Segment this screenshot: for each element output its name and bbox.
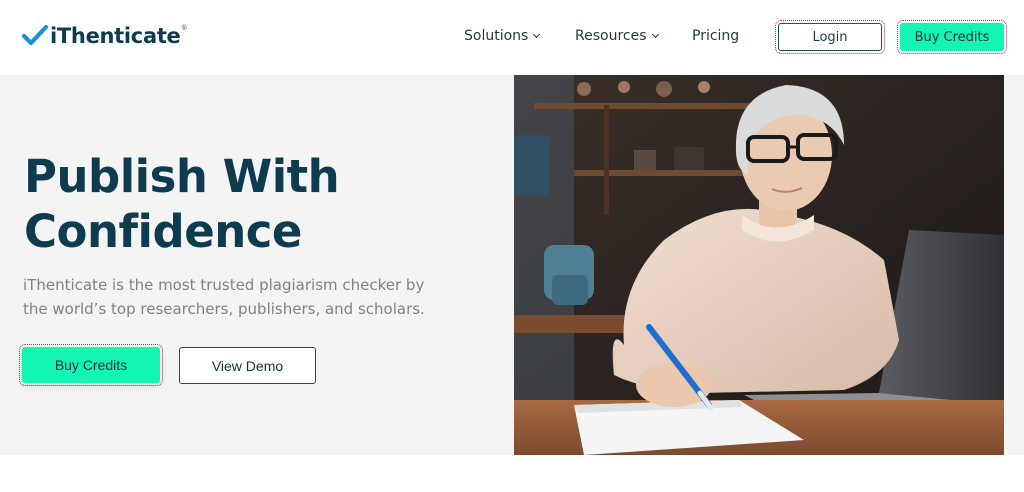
woman-at-laptop-image bbox=[514, 75, 1004, 455]
buy-credits-header-button[interactable]: Buy Credits bbox=[897, 20, 1007, 54]
login-button[interactable]: Login bbox=[775, 20, 885, 54]
hero-section: Publish With Confidence iThenticate is t… bbox=[0, 75, 1024, 455]
nav-item-solutions[interactable]: Solutions bbox=[464, 28, 541, 44]
view-demo-button[interactable]: View Demo bbox=[179, 347, 316, 384]
nav-item-label: Solutions bbox=[464, 28, 529, 44]
chevron-down-icon bbox=[533, 30, 541, 39]
buy-credits-hero-button[interactable]: Buy Credits bbox=[19, 344, 163, 386]
hero-title-line-1: Publish With bbox=[24, 150, 340, 203]
brand-logo[interactable]: iThenticate ® bbox=[22, 22, 187, 50]
hero-title: Publish With Confidence bbox=[24, 149, 464, 259]
site-header: iThenticate ® Solutions Resources Pricin… bbox=[0, 0, 1024, 75]
checkmark-icon bbox=[22, 24, 48, 46]
trademark-symbol: ® bbox=[181, 24, 187, 32]
page: iThenticate ® Solutions Resources Pricin… bbox=[0, 0, 1024, 492]
nav-item-label: Resources bbox=[575, 28, 647, 44]
hero-title-line-2: Confidence bbox=[24, 205, 302, 258]
chevron-down-icon bbox=[651, 30, 659, 39]
nav-item-label: Pricing bbox=[692, 28, 740, 44]
brand-name: iThenticate bbox=[50, 24, 181, 48]
nav-item-pricing[interactable]: Pricing bbox=[692, 28, 739, 44]
hero-subtitle: iThenticate is the most trusted plagiari… bbox=[23, 276, 425, 318]
nav-item-resources[interactable]: Resources bbox=[575, 28, 659, 44]
hero-photo bbox=[514, 75, 1004, 455]
